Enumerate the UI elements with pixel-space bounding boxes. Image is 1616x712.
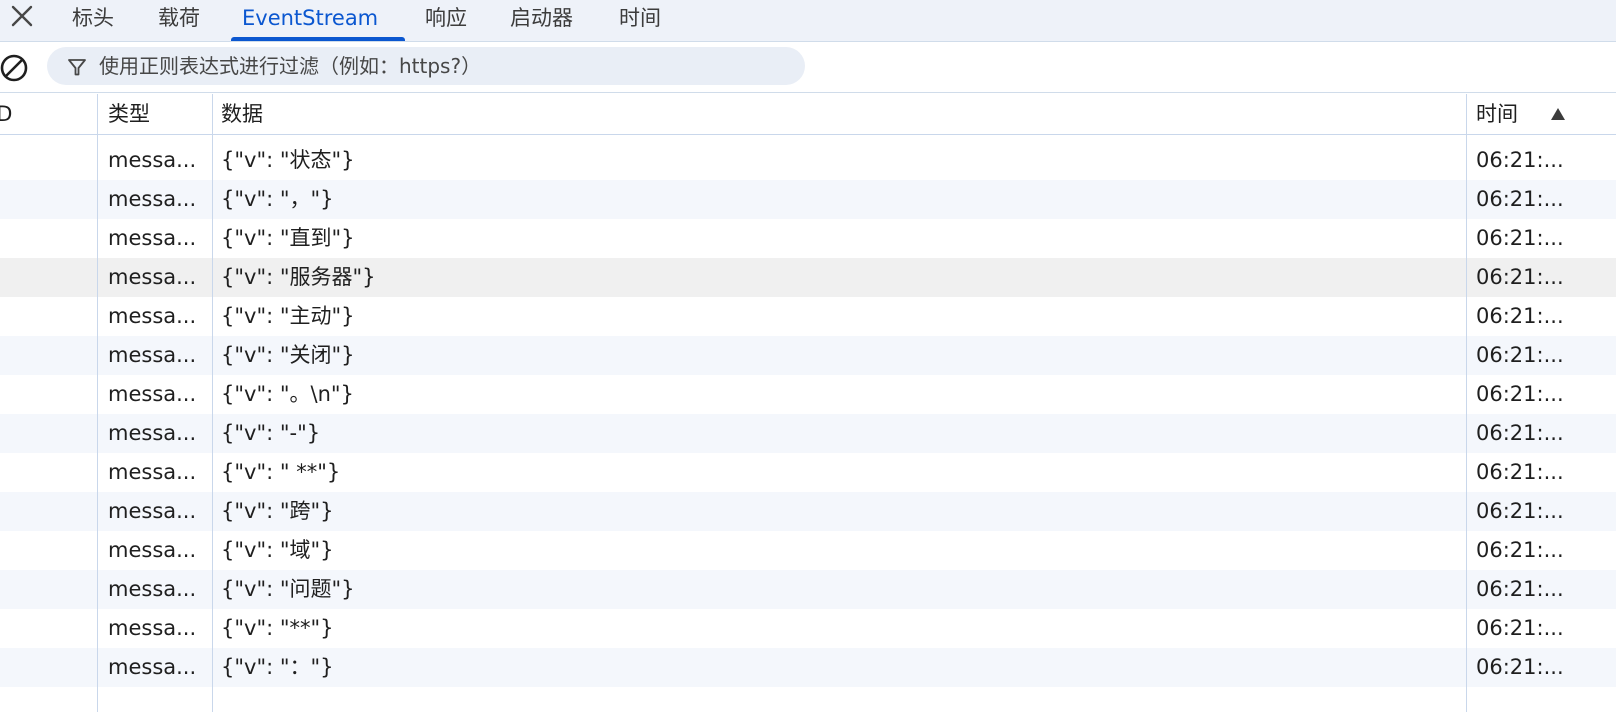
row-type: messa... [108, 499, 197, 523]
table-row[interactable]: messa... {"v": "。\n"} 06:21:... [0, 375, 1616, 414]
row-data: {"v": "，"} [221, 187, 334, 211]
row-type: messa... [108, 226, 197, 250]
clear-log-icon [0, 54, 28, 82]
tab-timing[interactable]: 时间 [619, 0, 661, 41]
row-time: 06:21:... [1476, 421, 1564, 445]
row-time: 06:21:... [1476, 148, 1564, 172]
close-icon [11, 5, 33, 27]
table-row[interactable]: messa... {"v": "跨"} 06:21:... [0, 492, 1616, 531]
row-type: messa... [108, 460, 197, 484]
row-type: messa... [108, 538, 197, 562]
row-data: {"v": " **"} [221, 460, 341, 484]
column-divider[interactable] [1466, 94, 1467, 712]
column-divider[interactable] [97, 94, 98, 712]
table-row[interactable]: messa... {"v": "**"} 06:21:... [0, 609, 1616, 648]
row-data: {"v": "："} [221, 655, 334, 679]
row-data: {"v": "域"} [221, 538, 334, 562]
row-data: {"v": "直到"} [221, 226, 355, 250]
row-type: messa... [108, 616, 197, 640]
filter-funnel-icon [68, 59, 86, 76]
table-row[interactable]: messa... {"v": "主动"} 06:21:... [0, 297, 1616, 336]
row-time: 06:21:... [1476, 460, 1564, 484]
clear-messages-button[interactable] [0, 53, 30, 83]
close-panel-button[interactable] [8, 2, 38, 32]
filter-box[interactable] [47, 47, 805, 85]
row-type: messa... [108, 421, 197, 445]
row-data: {"v": "**"} [221, 616, 334, 640]
sort-ascending-icon [1551, 108, 1565, 120]
row-data: {"v": "主动"} [221, 304, 355, 328]
row-type: messa... [108, 304, 197, 328]
row-time: 06:21:... [1476, 382, 1564, 406]
table-row[interactable]: messa... {"v": "问题"} 06:21:... [0, 570, 1616, 609]
tab-eventstream[interactable]: EventStream [242, 0, 378, 41]
table-row[interactable]: messa... {"v": "，"} 06:21:... [0, 180, 1616, 219]
table-row[interactable]: messa... {"v": " **"} 06:21:... [0, 453, 1616, 492]
active-tab-indicator [231, 37, 405, 41]
column-header-data[interactable]: 数据 [221, 94, 263, 134]
row-data: {"v": "问题"} [221, 577, 355, 601]
table-row[interactable]: messa... {"v": "-"} 06:21:... [0, 414, 1616, 453]
row-data: {"v": "-"} [221, 421, 321, 445]
row-time: 06:21:... [1476, 304, 1564, 328]
row-time: 06:21:... [1476, 538, 1564, 562]
row-time: 06:21:... [1476, 265, 1564, 289]
row-data: {"v": "关闭"} [221, 343, 355, 367]
row-time: 06:21:... [1476, 226, 1564, 250]
tab-payload[interactable]: 载荷 [158, 0, 200, 41]
row-time: 06:21:... [1476, 187, 1564, 211]
tab-response[interactable]: 响应 [425, 0, 467, 41]
column-header-id[interactable]: ID [0, 94, 12, 134]
row-data: {"v": "。\n"} [221, 382, 354, 406]
column-header-time[interactable]: 时间 [1476, 94, 1518, 134]
row-type: messa... [108, 148, 197, 172]
row-type: messa... [108, 187, 197, 211]
row-time: 06:21:... [1476, 499, 1564, 523]
tab-bar: 标头 载荷 EventStream 响应 启动器 时间 [0, 0, 1616, 42]
row-data: {"v": "状态"} [221, 148, 355, 172]
row-time: 06:21:... [1476, 343, 1564, 367]
row-type: messa... [108, 382, 197, 406]
row-data: {"v": "跨"} [221, 499, 334, 523]
filter-bar [0, 42, 1616, 93]
filter-input[interactable] [99, 47, 789, 85]
table-row[interactable]: messa... {"v": "服务器"} 06:21:... [0, 258, 1616, 297]
message-list: messa... {"v": "状态"} 06:21:... messa... … [0, 135, 1616, 712]
row-type: messa... [108, 577, 197, 601]
row-type: messa... [108, 655, 197, 679]
row-time: 06:21:... [1476, 577, 1564, 601]
table-row[interactable]: messa... {"v": "域"} 06:21:... [0, 531, 1616, 570]
tab-headers[interactable]: 标头 [72, 0, 114, 41]
tab-initiator[interactable]: 启动器 [510, 0, 573, 41]
table-row[interactable]: messa... {"v": "状态"} 06:21:... [0, 141, 1616, 180]
table-row[interactable]: messa... {"v": "直到"} 06:21:... [0, 219, 1616, 258]
column-header-type[interactable]: 类型 [108, 94, 150, 134]
row-data: {"v": "服务器"} [221, 265, 376, 289]
row-type: messa... [108, 265, 197, 289]
row-type: messa... [108, 343, 197, 367]
column-divider[interactable] [212, 94, 213, 712]
row-time: 06:21:... [1476, 616, 1564, 640]
row-time: 06:21:... [1476, 655, 1564, 679]
table-row[interactable]: messa... {"v": "："} 06:21:... [0, 648, 1616, 687]
table-row[interactable]: messa... {"v": "关闭"} 06:21:... [0, 336, 1616, 375]
table-header: ID 类型 数据 时间 [0, 94, 1616, 135]
